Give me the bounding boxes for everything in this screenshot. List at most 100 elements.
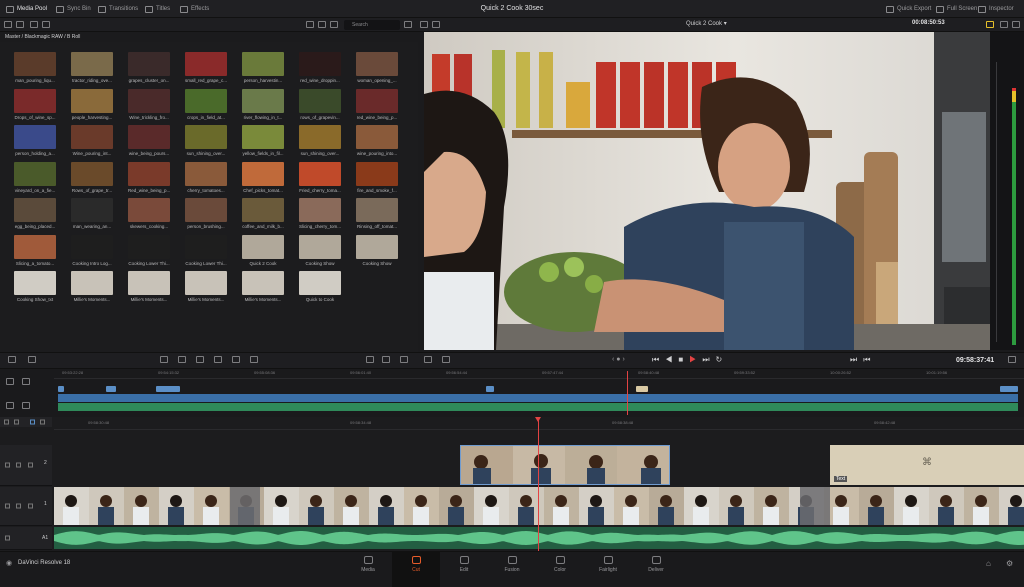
media-clip-thumbnail[interactable]: Cooking Show	[299, 234, 341, 268]
media-clip-thumbnail[interactable]: people_harvesting...	[71, 88, 113, 122]
mute-icon[interactable]	[40, 419, 45, 425]
media-clip-thumbnail[interactable]: Wine_trickling_fro...	[128, 88, 170, 122]
upper-audio-track[interactable]	[58, 403, 1018, 411]
media-clip-thumbnail[interactable]: grapes_cluster_on...	[128, 52, 170, 85]
titles-button[interactable]: Titles	[145, 0, 170, 18]
media-clip-thumbnail[interactable]: Chef_picks_tomat...	[242, 161, 284, 195]
tracks-icon[interactable]	[22, 402, 30, 409]
transition-marker[interactable]	[230, 487, 260, 525]
settings-icon[interactable]	[1000, 21, 1008, 28]
full-screen-button[interactable]: Full Screen	[936, 0, 977, 18]
media-clip-thumbnail[interactable]: egg_being_placed...	[14, 198, 56, 231]
media-clip-thumbnail[interactable]: wine_being_pours...	[128, 125, 170, 158]
media-clip-thumbnail[interactable]: Slicing_cherry_tom...	[299, 198, 341, 231]
monitor-icon[interactable]	[28, 503, 33, 509]
viewer[interactable]	[424, 32, 990, 350]
media-clip-thumbnail[interactable]: vineyard_on_a_fie...	[14, 161, 56, 195]
page-cut-button[interactable]: Cut	[392, 552, 440, 587]
media-clip-thumbnail[interactable]: Cooking Show_txt	[14, 271, 56, 304]
grid-view-icon[interactable]	[306, 21, 314, 28]
upper-video-track[interactable]	[58, 394, 1018, 402]
link-icon[interactable]	[400, 356, 408, 363]
audio-level-icon[interactable]	[6, 402, 14, 409]
smart-insert-icon[interactable]	[160, 356, 168, 363]
upper-track2-clip[interactable]	[58, 386, 64, 392]
media-clip-thumbnail[interactable]: Cooking Show	[356, 234, 398, 268]
next-edit-icon[interactable]: ⏮	[863, 355, 876, 364]
media-clip-thumbnail[interactable]: coffee_and_milk_b...	[242, 198, 284, 231]
media-clip-thumbnail[interactable]: Red_wine_being_p...	[128, 161, 170, 195]
go-to-start-icon[interactable]: ⏮	[652, 355, 665, 364]
media-clip-thumbnail[interactable]: river_flowing_in_t...	[242, 88, 284, 122]
media-clip-thumbnail[interactable]: person_brushing...	[185, 198, 227, 231]
audio-meter-icon[interactable]	[986, 21, 994, 28]
viewer-mode-icon[interactable]	[432, 21, 440, 28]
media-clip-thumbnail[interactable]: red_wine_being_p...	[356, 88, 398, 122]
media-clip-thumbnail[interactable]: crops_in_field_at...	[185, 88, 227, 122]
media-clip-thumbnail[interactable]: man_pouring_liqu...	[14, 52, 56, 85]
media-clip-thumbnail[interactable]: Millie's Moments...	[185, 271, 227, 304]
import-folder-icon[interactable]	[42, 21, 50, 28]
quick-export-button[interactable]: Quick Export	[886, 0, 931, 18]
media-clip-thumbnail[interactable]: Quick 2 Cook	[242, 234, 284, 268]
page-fusion-button[interactable]: Fusion	[488, 552, 536, 587]
upper-timeline[interactable]: 09:53:22:28 09:54:15:32 09:55:08:36 09:5…	[0, 369, 1024, 417]
upper-track2-clip[interactable]	[106, 386, 116, 392]
scissors-icon[interactable]	[28, 356, 36, 363]
track-list-icon[interactable]	[366, 356, 374, 363]
upper-title-clip[interactable]	[636, 386, 648, 392]
page-media-button[interactable]: Media	[344, 552, 392, 587]
snapping-icon[interactable]	[382, 356, 390, 363]
media-clip-thumbnail[interactable]: man_wearing_an...	[71, 198, 113, 231]
sort-icon[interactable]	[330, 21, 338, 28]
media-clip-thumbnail[interactable]: woman_opening_...	[356, 52, 398, 85]
audio-clip-a1[interactable]	[54, 527, 1024, 549]
lock-icon[interactable]	[5, 462, 10, 468]
jog-control[interactable]: ‹ ● ›	[612, 356, 625, 363]
tools-icon[interactable]	[442, 356, 450, 363]
title-clip[interactable]: ⌘ Text	[830, 445, 1024, 485]
list-view-icon[interactable]	[318, 21, 326, 28]
media-clip-thumbnail[interactable]: red_wine_droppin...	[299, 52, 341, 85]
go-to-end-icon[interactable]: ⏭	[702, 355, 715, 364]
bin-list-icon[interactable]	[4, 21, 12, 28]
timeline-selector[interactable]: Quick 2 Cook ▾	[686, 20, 727, 27]
filter-icon[interactable]	[404, 21, 412, 28]
reverse-play-icon[interactable]: ◀	[665, 355, 678, 364]
upper-track2-clip[interactable]	[156, 386, 180, 392]
viewer-options-icon[interactable]	[424, 356, 432, 363]
media-clip-thumbnail[interactable]: Wine_pouring_int...	[71, 125, 113, 158]
media-clip-thumbnail[interactable]: skewers_cooking...	[128, 198, 170, 231]
lower-timeline[interactable]: 09:58:30:48 09:58:34:48 09:58:38:48 09:5…	[0, 417, 1024, 551]
media-clip-thumbnail[interactable]: Millie's Moments...	[71, 271, 113, 304]
speaker-icon[interactable]	[5, 535, 10, 541]
media-clip-thumbnail[interactable]: sun_shining_over...	[299, 125, 341, 158]
media-clip-thumbnail[interactable]: fire_and_smoke_f...	[356, 161, 398, 195]
media-clip-thumbnail[interactable]: Fried_cherry_toma...	[299, 161, 341, 195]
transition-marker[interactable]	[800, 487, 830, 525]
breadcrumb[interactable]: Master / Blackmagic RAW / B Roll	[0, 32, 418, 42]
search-input[interactable]: Search	[344, 20, 400, 30]
lock-icon[interactable]	[5, 503, 10, 509]
page-fairlight-button[interactable]: Fairlight	[584, 552, 632, 587]
settings-gear-icon[interactable]: ⚙	[1006, 559, 1013, 568]
previous-edit-icon[interactable]: ⏭	[850, 355, 863, 364]
track-zoom-icon[interactable]	[6, 378, 14, 385]
more-options-icon[interactable]	[1012, 21, 1020, 28]
lower-playhead[interactable]	[538, 417, 539, 551]
media-clip-thumbnail[interactable]: Slicing_a_tomato...	[14, 234, 56, 268]
media-clip-thumbnail[interactable]: sun_shining_over...	[185, 125, 227, 158]
media-clip-thumbnail[interactable]: Quick to Cook	[299, 271, 341, 304]
media-clip-thumbnail[interactable]: Cooking Lower Thi...	[185, 234, 227, 268]
media-clip-thumbnail[interactable]: person_holding_a...	[14, 125, 56, 158]
track-height-icon[interactable]	[22, 378, 30, 385]
sync-bin-button[interactable]: Sync Bin	[56, 0, 91, 18]
upper-playhead[interactable]	[627, 371, 628, 415]
effects-button[interactable]: Effects	[180, 0, 209, 18]
track-color-icon[interactable]	[30, 419, 35, 425]
media-clip-thumbnail[interactable]: Cooking Lower Thi...	[128, 234, 170, 268]
media-clip-thumbnail[interactable]: wine_pouring_into...	[356, 125, 398, 158]
visibility-icon[interactable]	[16, 462, 21, 468]
video-clip-v1[interactable]	[54, 487, 1024, 525]
source-overwrite-icon[interactable]	[250, 356, 258, 363]
